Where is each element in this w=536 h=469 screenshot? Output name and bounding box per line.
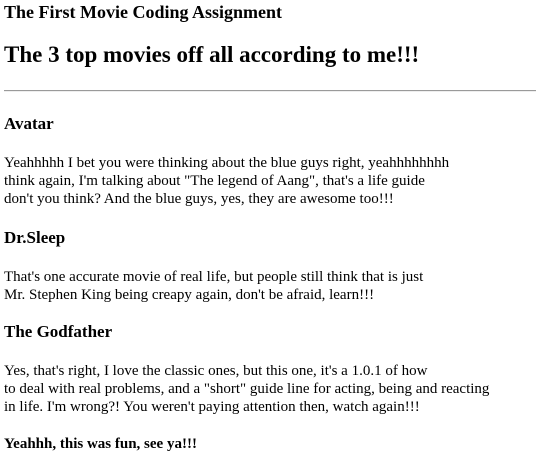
movie-section-avatar: Avatar Yeahhhhh I bet you were thinking … <box>4 114 449 208</box>
closing-text: Yeahhh, this was fun, see ya!!! <box>4 436 197 452</box>
site-title: The First Movie Coding Assignment <box>4 2 283 22</box>
movie-title: Avatar <box>4 114 54 133</box>
movie-description: That's one accurate movie of real life, … <box>4 269 424 303</box>
movie-title: The Godfather <box>4 322 113 341</box>
movie-section-the-godfather: The Godfather Yes, that's right, I love … <box>4 322 489 416</box>
movie-section-dr-sleep: Dr.Sleep That's one accurate movie of re… <box>4 228 423 304</box>
page: The First Movie Coding Assignment The 3 … <box>0 2 536 452</box>
movie-title: Dr.Sleep <box>4 228 66 247</box>
movie-description: Yes, that's right, I love the classic on… <box>4 363 490 415</box>
movie-description: Yeahhhhh I bet you were thinking about t… <box>4 155 450 207</box>
page-title: The 3 top movies off all according to me… <box>4 42 420 67</box>
divider <box>4 90 536 92</box>
